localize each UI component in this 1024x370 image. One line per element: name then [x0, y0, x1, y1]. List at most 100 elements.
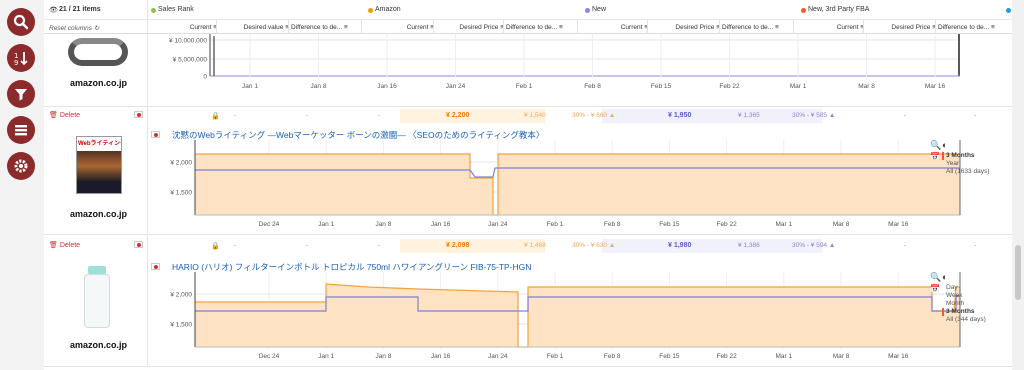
cell-new-current: ¥ 1,980 [668, 242, 692, 249]
range-option[interactable]: 3 Months [942, 308, 986, 316]
group-sales-rank: Sales Rank [158, 6, 194, 13]
group-header: 👁 21 / 21 items Sales Rank Amazon New Ne… [44, 0, 1012, 34]
search-icon[interactable] [7, 8, 35, 36]
items-count: 21 / 21 items [59, 6, 101, 13]
range-selector: Day Week Month 3 Months All (344 days) [942, 284, 986, 324]
y-tick-label: ¥ 10,000,000 [169, 38, 207, 45]
amazon-logo: amazon.co.jp [70, 78, 128, 88]
x-tick-label: Feb 22 [716, 353, 737, 360]
range-option[interactable]: All (344 days) [942, 316, 986, 324]
flag-jp-icon [134, 241, 143, 248]
y-tick-label: ¥ 1,500 [170, 190, 192, 197]
x-tick-label: Feb 1 [516, 83, 533, 90]
reset-icon: ↻ [93, 25, 100, 32]
gear-icon[interactable] [7, 152, 35, 180]
column-header-cell[interactable]: Desired Price ≡ [650, 24, 720, 31]
column-header-cell[interactable]: Difference to de... ≡ [506, 24, 578, 31]
x-tick-label: Jan 8 [375, 221, 391, 228]
column-header-cell[interactable]: Difference to de... ≡ [291, 24, 361, 31]
price-history-chart[interactable]: ¥ 10,000,000 ¥ 5,000,000 0 Jan 1 Jan 8 Jan 16… [148, 34, 1012, 106]
amazon-area [195, 284, 960, 347]
delete-button[interactable]: 🗑 Delete [49, 111, 80, 119]
x-tick-label: Feb 8 [604, 353, 621, 360]
x-tick-label: Dec 24 [259, 353, 280, 360]
amazon-dot [368, 8, 373, 13]
x-tick-label: Feb 15 [651, 83, 672, 90]
cell-amazon-desired: ¥ 1,468 [524, 242, 546, 249]
flag-jp-icon [134, 111, 143, 118]
cell-new-desired: ¥ 1,365 [738, 112, 760, 119]
toggle-icon[interactable]: ◐ [942, 140, 947, 150]
sort-icon[interactable]: 19 [7, 44, 35, 72]
side-toolbar: 19 [0, 0, 42, 370]
cell-sales-rank: - [234, 242, 237, 249]
price-history-chart[interactable]: ¥ 2,000 ¥ 1,500 Dec 24 Jan 1 Jan 8 Jan 16 Jan … [148, 272, 961, 362]
column-header-cell[interactable]: Desired Price ≡ [436, 24, 504, 31]
eye-icon[interactable]: 👁 [49, 6, 58, 14]
calendar-icon: 📅 [930, 284, 940, 293]
x-tick-label: Mar 16 [888, 353, 909, 360]
cell-new-diff: 30% - ¥ 585 ▲ [792, 112, 836, 119]
lock-icon: 🔒 [211, 113, 220, 120]
group-amazon: Amazon [375, 6, 401, 13]
columns-icon[interactable] [7, 116, 35, 144]
x-tick-label: Feb 1 [547, 353, 564, 360]
x-tick-label: Jan 24 [488, 353, 508, 360]
y-tick-label: ¥ 5,000,000 [173, 57, 208, 64]
cell-amazon-diff: 30% - ¥ 630 ▲ [572, 242, 616, 249]
zoom-icon[interactable]: 🔍 [930, 272, 941, 283]
column-header-cell[interactable]: Difference to de... ≡ [722, 24, 794, 31]
column-header-cell[interactable]: Current ≡ [580, 24, 648, 31]
group-fba: New, 3rd Party FBA [808, 6, 870, 13]
cell-amazon-current: ¥ 2,098 [446, 242, 470, 249]
x-tick-label: Jan 24 [488, 221, 508, 228]
toggle-icon[interactable]: ◐ [942, 272, 947, 282]
range-option[interactable]: All (1633 days) [942, 168, 989, 176]
cell-amazon-desired: ¥ 1,540 [524, 112, 546, 119]
price-history-chart[interactable]: ¥ 2,000 ¥ 1,500 Dec 24 Jan 1 Jan 8 Jan 16 Jan … [148, 140, 961, 230]
x-tick-label: Feb 8 [604, 221, 621, 228]
lock-icon: 🔒 [211, 243, 220, 250]
column-header-cell[interactable]: Desired value ≡ [219, 24, 289, 31]
product-image [88, 266, 106, 274]
x-tick-label: Dec 24 [259, 221, 280, 228]
x-tick-label: Mar 1 [775, 221, 792, 228]
x-tick-label: Jan 8 [311, 83, 327, 90]
zoom-icon[interactable]: 🔍 [930, 140, 941, 151]
x-tick-label: Feb 22 [719, 83, 740, 90]
column-header-cell[interactable]: Current ≡ [364, 24, 434, 31]
cell-fba-desired: - [974, 112, 977, 119]
column-header: Reset columns ↻ Current ≡ Desired value ≡… [44, 20, 1012, 34]
more-group-dot [1006, 8, 1011, 13]
range-option[interactable]: Day [942, 284, 986, 292]
scrollbar[interactable] [1012, 0, 1024, 370]
x-tick-label: Jan 24 [446, 83, 466, 90]
filter-icon[interactable] [7, 80, 35, 108]
y-tick-label: ¥ 2,000 [170, 292, 192, 299]
range-option[interactable]: Month [942, 300, 986, 308]
column-header-cell[interactable]: Desired Price ≡ [866, 24, 936, 31]
x-tick-label: Jan 16 [377, 83, 397, 90]
tracking-table: 👁 21 / 21 items Sales Rank Amazon New Ne… [44, 0, 1012, 370]
product-image: Webライティング [76, 136, 122, 194]
sales-rank-dot [151, 8, 156, 13]
x-tick-label: Mar 1 [775, 353, 792, 360]
range-option[interactable]: Year [942, 160, 989, 168]
x-tick-label: Feb 22 [716, 221, 737, 228]
reset-columns[interactable]: Reset columns ↻ [49, 24, 99, 32]
column-header-cell[interactable]: Difference to de... ≡ [938, 24, 1010, 31]
x-tick-label: Jan 1 [318, 353, 334, 360]
cell-diff-rank: - [378, 112, 381, 119]
cell-amazon-diff: 30% - ¥ 660 ▲ [572, 112, 616, 119]
cell-sales-rank: - [234, 112, 237, 119]
range-option[interactable]: Week [942, 292, 986, 300]
group-new: New [592, 6, 607, 13]
range-option[interactable]: 3 Months [942, 152, 989, 160]
cell-new-diff: 30% - ¥ 594 ▲ [792, 242, 836, 249]
x-tick-label: Jan 1 [242, 83, 258, 90]
column-header-cell[interactable]: Current ≡ [151, 24, 217, 31]
amazon-logo: amazon.co.jp [70, 340, 128, 350]
column-header-cell[interactable]: Current ≡ [796, 24, 864, 31]
x-tick-label: Mar 8 [858, 83, 875, 90]
delete-button[interactable]: 🗑 Delete [49, 241, 80, 249]
